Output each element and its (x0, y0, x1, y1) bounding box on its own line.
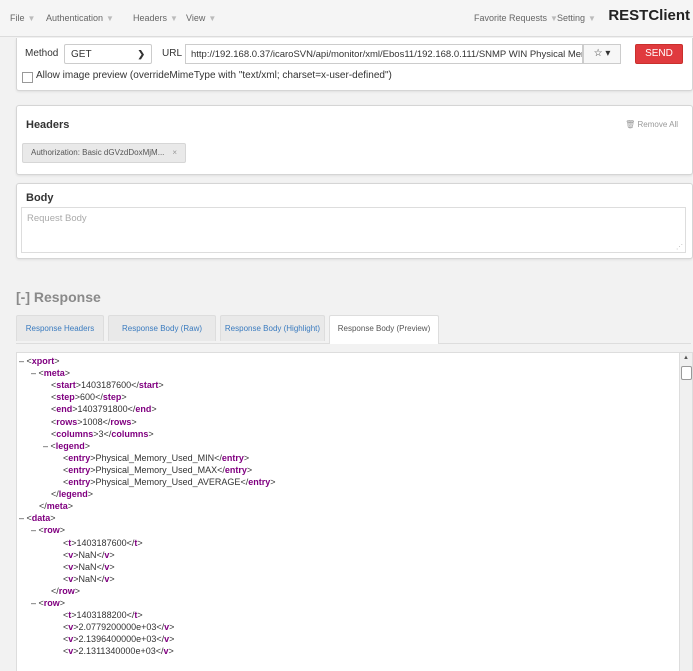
url-label: URL (162, 48, 183, 59)
close-icon[interactable]: × (172, 148, 177, 157)
header-tag[interactable]: Authorization: Basic dGVzdDoxMjM... × (22, 143, 187, 163)
xml-line: <v>NaN</v> (63, 561, 115, 572)
collapse-toggle-icon[interactable]: – (19, 356, 27, 366)
scroll-up-icon[interactable]: ▲ (683, 355, 689, 361)
xml-line: <v>NaN</v> (63, 573, 115, 584)
xml-line[interactable]: – <row> (31, 597, 65, 609)
xml-line: <v>NaN</v> (63, 549, 115, 560)
method-label: Method (25, 48, 59, 59)
xml-line: <v>2.1396400000e+03</v> (63, 634, 175, 645)
xml-line: </row> (51, 585, 81, 596)
xml-line: <t>1403187600</t> (63, 537, 143, 548)
top-navbar: File ▼ Authentication ▼ Headers ▼ View ▼ Fav… (0, 0, 693, 37)
headers-title: Headers (26, 119, 70, 131)
tab-response-body-highlight[interactable]: Response Body (Highlight) (220, 315, 325, 341)
request-body-textarea[interactable]: Request Body ⋰ (21, 207, 686, 253)
xml-line: <rows>1008</rows> (51, 416, 137, 427)
xml-line: <start>1403187600</start> (51, 380, 164, 391)
menu-authentication[interactable]: Authentication ▼ (46, 13, 114, 23)
chevron-down-icon: ▼ (106, 14, 114, 23)
favorite-button[interactable]: ☆ ▾ (583, 44, 621, 64)
menu-authentication-label: Authentication (46, 13, 104, 23)
request-body-placeholder: Request Body (27, 213, 87, 224)
xml-line: <columns>3</columns> (51, 428, 154, 439)
collapse-toggle-icon[interactable]: – (31, 598, 39, 608)
collapse-toggle-icon[interactable]: – (31, 525, 39, 535)
url-input[interactable]: http://192.168.0.37/icaroSVN/api/monitor… (185, 44, 583, 64)
xml-line[interactable]: – <meta> (31, 367, 70, 379)
body-panel: Body Request Body ⋰ (16, 183, 693, 259)
xml-line: </meta> (39, 501, 74, 512)
chevron-down-icon: ▼ (208, 14, 217, 23)
chevron-down-icon: ▼ (170, 14, 178, 23)
menu-headers[interactable]: Headers ▼ (133, 13, 178, 23)
menu-setting-label: Setting (557, 13, 586, 23)
chevron-down-icon: ▾ (605, 48, 611, 59)
headers-panel: Headers 🗑 Remove All Authorization: Basi… (16, 105, 693, 175)
menu-file-label: File (10, 13, 25, 23)
menu-favorite-requests-label: Favorite Requests (474, 13, 548, 23)
tab-response-body-preview[interactable]: Response Body (Preview) (329, 315, 439, 344)
method-select[interactable]: GET ❯ (64, 44, 152, 64)
request-panel: Method GET ❯ URL http://192.168.0.37/ica… (16, 38, 693, 91)
chevron-down-icon: ❯ (137, 49, 145, 59)
xml-line[interactable]: – <xport> (19, 355, 60, 367)
xml-line: <t>1403188200</t> (63, 610, 143, 621)
method-value: GET (71, 49, 92, 60)
xml-line: <v>2.0779200000e+03</v> (63, 622, 175, 633)
remove-all-button[interactable]: 🗑 Remove All (625, 120, 678, 129)
xml-line: <entry>Physical_Memory_Used_MAX</entry> (63, 464, 253, 475)
resize-handle-icon[interactable]: ⋰ (676, 243, 683, 251)
collapse-toggle-icon[interactable]: – (19, 513, 27, 523)
xml-line: <v>2.1311340000e+03</v> (63, 646, 174, 657)
xml-line: <entry>Physical_Memory_Used_AVERAGE</ent… (63, 477, 276, 487)
xml-line: <step>600</step> (51, 392, 127, 403)
remove-all-label: Remove All (637, 120, 678, 129)
send-button[interactable]: SEND (635, 44, 683, 64)
menu-view-label: View (186, 13, 206, 23)
menu-setting[interactable]: Setting ▼ (557, 13, 596, 23)
trash-icon: 🗑 (625, 120, 636, 129)
xml-line: <entry>Physical_Memory_Used_MIN</entry> (63, 452, 250, 463)
header-tag-label: Authorization: Basic dGVzdDoxMjM... (31, 148, 165, 157)
menu-favorite-requests[interactable]: Favorite Requests ▼ (474, 13, 558, 23)
xml-line[interactable]: – <data> (19, 512, 56, 524)
tab-response-body-raw[interactable]: Response Body (Raw) (108, 315, 216, 341)
xml-line[interactable]: – <row> (31, 524, 65, 536)
scrollbar[interactable]: ▲ (679, 353, 692, 671)
response-tabs: Response Headers Response Body (Raw) Res… (16, 315, 691, 344)
tab-response-headers[interactable]: Response Headers (16, 315, 104, 341)
image-preview-checkbox[interactable] (22, 72, 33, 83)
menu-view[interactable]: View ▼ (186, 13, 216, 23)
star-icon: ☆ (593, 48, 603, 59)
xml-line: </legend> (51, 489, 94, 500)
menu-headers-label: Headers (133, 13, 168, 23)
image-preview-label: Allow image preview (overrideMimeType wi… (36, 70, 392, 81)
xml-line: <end>1403791800</end> (51, 404, 157, 415)
chevron-down-icon: ▼ (588, 14, 596, 23)
body-title: Body (26, 192, 54, 204)
xml-line[interactable]: – <legend> (43, 440, 90, 452)
scrollbar-thumb[interactable] (681, 366, 692, 380)
collapse-toggle-icon[interactable]: – (43, 441, 51, 451)
chevron-down-icon: ▼ (27, 14, 36, 23)
collapse-toggle-icon[interactable]: – (31, 368, 39, 378)
brand-logo[interactable]: RESTClient (608, 7, 690, 24)
response-title[interactable]: [-] Response (16, 289, 101, 305)
menu-file[interactable]: File ▼ (10, 13, 35, 23)
xml-preview[interactable]: ▲ – <xport> – <meta> <start>1403187600</st… (16, 352, 693, 671)
